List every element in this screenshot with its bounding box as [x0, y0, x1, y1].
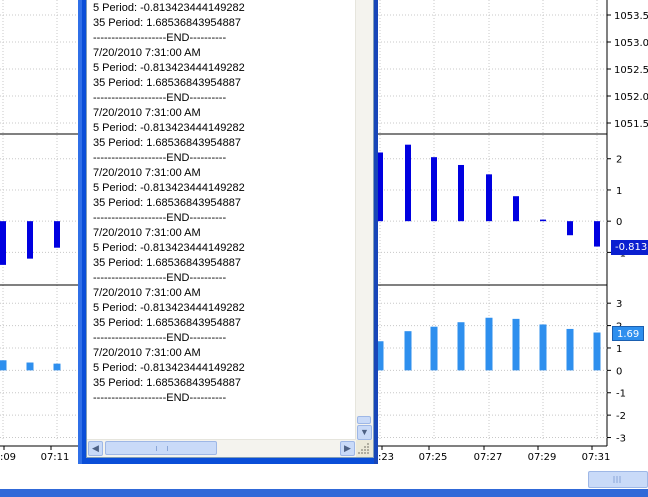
output-log-line: 7/20/2010 7:31:00 AM — [93, 167, 201, 179]
horizontal-scroll-thumb[interactable] — [105, 441, 217, 455]
histogram-last-value-badge: 1.69 — [612, 325, 645, 341]
histogram-axis-label: 3 — [616, 299, 622, 310]
output-log-line: 7/20/2010 7:31:00 AM — [93, 227, 201, 239]
histogram-bar — [0, 360, 7, 371]
output-log-line: 35 Period: 1.68536843954887 — [93, 17, 242, 29]
price-axis-label: 1053.5 — [614, 11, 648, 22]
price-axis-label: 1052.5 — [614, 65, 648, 76]
histogram-bar — [593, 332, 601, 371]
output-log-line: --------------------END---------- — [93, 392, 227, 404]
oscillator-bar — [54, 221, 60, 248]
histogram-bar — [26, 362, 34, 371]
price-axis-label: 1051.5 — [614, 119, 648, 130]
time-axis-label: 07:31 — [582, 452, 611, 463]
oscillator-bar — [594, 221, 600, 247]
output-log-line: 7/20/2010 7:31:00 AM — [93, 347, 201, 359]
horizontal-scrollbar[interactable]: ◀ ▶ — [87, 439, 356, 457]
taskbar-strip — [0, 489, 648, 497]
histogram-bar — [53, 363, 61, 371]
oscillator-axis-label: 2 — [616, 155, 622, 166]
output-log-line: --------------------END---------- — [93, 32, 227, 44]
chart-horizontal-scroll-thumb[interactable] — [588, 471, 648, 488]
output-log-line: 5 Period: -0.813423444149282 — [93, 62, 245, 74]
price-axis-label: 1052.0 — [614, 92, 648, 103]
output-log-line: 5 Period: -0.813423444149282 — [93, 122, 245, 134]
output-log-line: 35 Period: 1.68536843954887 — [93, 137, 242, 149]
oscillator-last-value-badge: -0.813 — [611, 239, 648, 255]
scroll-right-arrow-icon[interactable]: ▶ — [340, 441, 355, 456]
histogram-last-value: 1.69 — [617, 328, 640, 340]
oscillator-last-value: -0.813 — [615, 241, 648, 253]
output-log[interactable]: 7/20/2010 7:31:00 AM 5 Period: -0.8134234… — [93, 0, 355, 406]
output-log-line: 5 Period: -0.813423444149282 — [93, 242, 245, 254]
output-log-line: 5 Period: -0.813423444149282 — [93, 302, 245, 314]
output-log-line: 5 Period: -0.813423444149282 — [93, 362, 245, 374]
histogram-bar — [430, 326, 438, 371]
oscillator-bar — [486, 174, 492, 222]
histogram-axis-label: -1 — [616, 389, 626, 400]
oscillator-bar — [27, 221, 33, 259]
output-window[interactable]: 7/20/2010 7:31:00 AM 5 Period: -0.8134234… — [78, 0, 378, 464]
oscillator-bar — [567, 221, 573, 236]
output-log-line: 7/20/2010 7:31:00 AM — [93, 47, 201, 59]
oscillator-bar — [540, 219, 546, 222]
output-window-client: 7/20/2010 7:31:00 AM 5 Period: -0.8134234… — [86, 0, 374, 458]
oscillator-axis-label: 1 — [616, 186, 622, 197]
output-log-line: --------------------END---------- — [93, 212, 227, 224]
oscillator-bar — [431, 157, 437, 222]
output-log-line: --------------------END---------- — [93, 272, 227, 284]
histogram-axis-label: 0 — [616, 366, 622, 377]
output-log-line: 7/20/2010 7:31:00 AM — [93, 287, 201, 299]
histogram-axis-label: -3 — [616, 434, 626, 445]
oscillator-axis-label: 0 — [616, 217, 622, 228]
time-axis-label: :23 — [378, 452, 394, 463]
oscillator-bar — [405, 144, 411, 222]
histogram-axis-label: 1 — [616, 344, 622, 355]
histogram-bar — [566, 328, 574, 371]
histogram-bar — [485, 317, 493, 371]
output-log-line: --------------------END---------- — [93, 152, 227, 164]
price-axis-label: 1053.0 — [614, 38, 648, 49]
output-log-line: 35 Period: 1.68536843954887 — [93, 377, 242, 389]
vertical-scroll-thumb[interactable] — [357, 416, 371, 424]
time-axis-label: :09 — [0, 452, 16, 463]
output-log-line: 35 Period: 1.68536843954887 — [93, 77, 242, 89]
time-axis-label: 07:29 — [528, 452, 557, 463]
output-log-line: 35 Period: 1.68536843954887 — [93, 197, 242, 209]
output-log-line: 5 Period: -0.813423444149282 — [93, 182, 245, 194]
histogram-bar — [512, 318, 520, 371]
scroll-thumb-grip-icon — [156, 446, 168, 451]
vertical-scrollbar[interactable]: ▼ — [355, 0, 373, 440]
oscillator-bar — [458, 164, 464, 222]
output-log-line: 35 Period: 1.68536843954887 — [93, 257, 242, 269]
output-log-line: 5 Period: -0.813423444149282 — [93, 2, 245, 14]
scroll-left-arrow-icon[interactable]: ◀ — [88, 441, 103, 456]
time-axis-label: 07:27 — [474, 452, 503, 463]
histogram-axis-label: -2 — [616, 411, 626, 422]
output-log-line: --------------------END---------- — [93, 332, 227, 344]
oscillator-bar — [513, 196, 519, 222]
output-log-line: --------------------END---------- — [93, 92, 227, 104]
time-axis-label: 07:25 — [419, 452, 448, 463]
histogram-bar — [457, 322, 465, 371]
resize-grip-icon[interactable] — [356, 440, 373, 457]
histogram-bar — [404, 331, 412, 371]
output-log-line: 35 Period: 1.68536843954887 — [93, 317, 242, 329]
time-axis-label: 07:11 — [41, 452, 70, 463]
histogram-bar — [539, 324, 547, 371]
output-log-line: 7/20/2010 7:31:00 AM — [93, 107, 201, 119]
scroll-down-arrow-icon[interactable]: ▼ — [357, 425, 372, 440]
oscillator-bar — [0, 221, 6, 265]
